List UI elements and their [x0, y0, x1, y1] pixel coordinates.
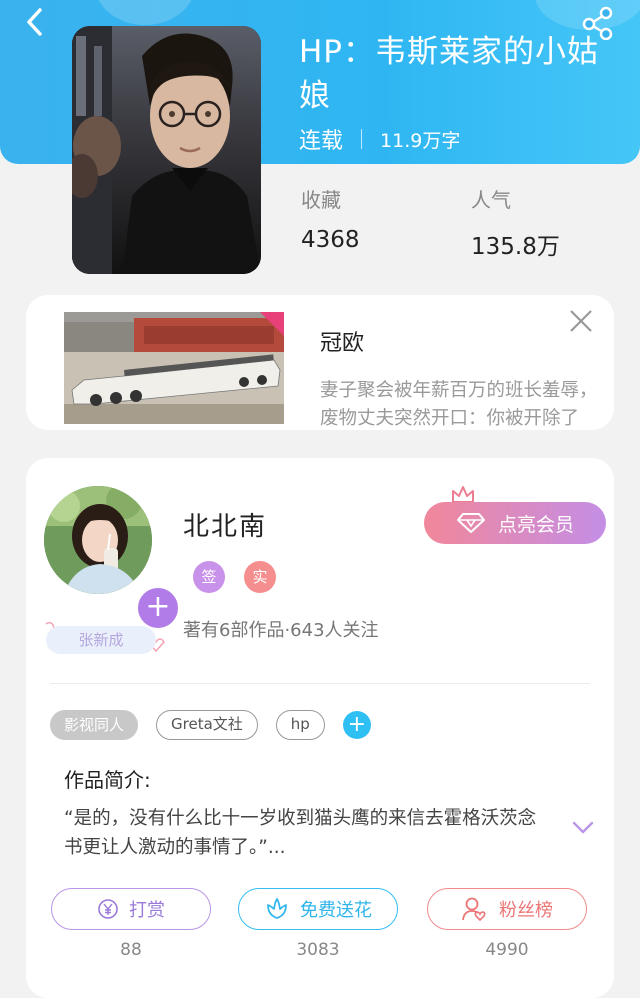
fan-ranking-button[interactable]: 粉丝榜: [427, 888, 587, 930]
book-cover-image[interactable]: [72, 26, 261, 274]
intro-text[interactable]: “是的，没有什么比十一岁收到猫头鹰的来信去霍格沃茨念书更让人激动的事情了。”..…: [64, 804, 554, 862]
serial-status: 连载: [299, 129, 344, 154]
add-tag-button[interactable]: +: [342, 711, 371, 739]
stat-popularity: 人气 135.8万: [471, 184, 560, 261]
word-count: 11.9万字: [380, 129, 461, 152]
send-flower-label: 免费送花: [300, 900, 372, 921]
avatar[interactable]: [44, 486, 152, 594]
book-meta: 连载 11.9万字: [299, 124, 460, 154]
fan-count: 4990: [485, 940, 529, 960]
flower-count: 3083: [296, 940, 340, 960]
expand-intro-button[interactable]: [571, 820, 595, 836]
close-ad-button[interactable]: [567, 307, 595, 335]
author-card: + 北北南 签 实 点亮会员 张新成 著有6部作品·643人关注 影视同人 Gr…: [26, 458, 614, 998]
stat-value: 135.8万: [471, 234, 560, 260]
fan-tag: 张新成: [38, 620, 165, 656]
back-button[interactable]: [18, 4, 54, 40]
verified-badge: 实: [244, 561, 276, 593]
author-name[interactable]: 北北南: [183, 506, 267, 543]
meta-divider: [361, 129, 363, 149]
tip-label: 打赏: [129, 900, 165, 921]
author-avatar-wrap[interactable]: +: [44, 486, 180, 630]
intro-heading: 作品简介:: [64, 768, 151, 792]
fan-tag-label: 张新成: [46, 626, 156, 654]
stat-value: 4368: [301, 227, 360, 253]
close-icon: [570, 310, 592, 332]
signed-badge: 签: [193, 561, 225, 593]
book-tags: 影视同人 Greta文社 hp +: [50, 710, 371, 740]
vip-button[interactable]: 点亮会员: [424, 502, 606, 544]
tip-button[interactable]: 打赏: [51, 888, 211, 930]
book-title: HP：韦斯莱家的小姑娘: [299, 34, 600, 114]
ad-banner[interactable]: 冠欧 妻子聚会被年薪百万的班长羞辱，废物丈夫突然开口：你被开除了: [26, 295, 614, 430]
ad-description: 妻子聚会被年薪百万的班长羞辱，废物丈夫突然开口：你被开除了: [320, 380, 598, 429]
tag-item[interactable]: 影视同人: [50, 710, 139, 740]
diamond-icon: [456, 513, 485, 533]
author-works-summary: 著有6部作品·643人关注: [183, 620, 379, 641]
stat-favorites: 收藏 4368: [301, 184, 360, 253]
chevron-left-icon: [27, 8, 42, 36]
vip-button-label: 点亮会员: [497, 513, 574, 536]
yen-coin-icon: [98, 899, 118, 919]
fan-ranking-label: 粉丝榜: [499, 900, 553, 921]
ad-image[interactable]: [64, 312, 284, 424]
stat-label: 人气: [471, 188, 511, 212]
tip-count: 88: [120, 940, 142, 960]
decor-bubble: [95, 0, 195, 25]
user-heart-icon: [462, 897, 486, 922]
send-flower-button[interactable]: 免费送花: [238, 888, 398, 930]
stat-label: 收藏: [301, 188, 341, 212]
chevron-down-icon: [572, 821, 594, 834]
tag-item[interactable]: Greta文社: [156, 710, 258, 740]
divider: [50, 683, 590, 684]
ad-title[interactable]: 冠欧: [320, 325, 364, 357]
flower-icon: [267, 898, 287, 919]
tag-item[interactable]: hp: [275, 710, 325, 740]
